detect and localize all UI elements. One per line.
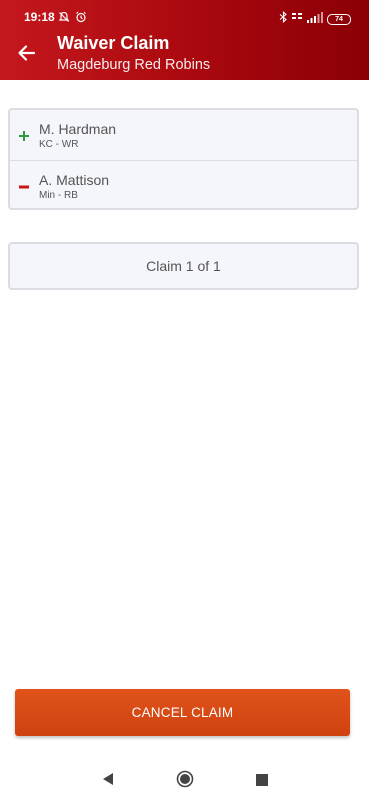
arrow-left-icon xyxy=(18,45,36,61)
cancel-claim-button[interactable]: CANCEL CLAIM xyxy=(15,689,350,736)
claim-players-card: M. Hardman KC - WR A. Mattison Min - RB xyxy=(8,108,359,210)
player-team-position: Min - RB xyxy=(39,190,78,201)
nav-back-button[interactable] xyxy=(101,772,115,791)
player-row-add[interactable]: M. Hardman KC - WR xyxy=(10,110,357,160)
team-name: Magdeburg Red Robins xyxy=(57,57,211,73)
player-name: A. Mattison xyxy=(39,172,110,188)
claim-counter-label: Claim 1 of 1 xyxy=(146,258,221,274)
page-title: Waiver Claim xyxy=(57,33,170,53)
status-icons-right: 74 xyxy=(279,10,351,28)
square-recents-icon xyxy=(256,774,268,786)
player-team-position: KC - WR xyxy=(39,139,79,150)
cancel-claim-label: CANCEL CLAIM xyxy=(131,705,234,720)
player-row-drop[interactable]: A. Mattison Min - RB xyxy=(10,161,357,211)
muted-bell-icon xyxy=(58,10,70,28)
circle-home-icon xyxy=(176,770,194,788)
alarm-icon xyxy=(75,10,87,28)
minus-icon xyxy=(19,185,29,189)
status-bar: 19:18 74 xyxy=(0,0,369,34)
signal-icon xyxy=(307,10,323,28)
system-nav-bar xyxy=(0,756,369,800)
battery-icon: 74 xyxy=(327,13,351,25)
claim-counter: Claim 1 of 1 xyxy=(8,242,359,290)
status-time: 19:18 xyxy=(24,10,55,24)
network-icon xyxy=(292,10,303,28)
status-icons-left xyxy=(58,10,87,28)
player-name: M. Hardman xyxy=(39,121,117,137)
app-header: 19:18 74 Waiver Claim Magdeburg Red Robi… xyxy=(0,0,369,80)
triangle-back-icon xyxy=(103,773,113,785)
nav-home-button[interactable] xyxy=(176,770,194,793)
back-button[interactable] xyxy=(14,40,40,66)
plus-icon xyxy=(19,131,29,141)
nav-recents-button[interactable] xyxy=(256,773,268,791)
bluetooth-icon xyxy=(279,10,288,28)
